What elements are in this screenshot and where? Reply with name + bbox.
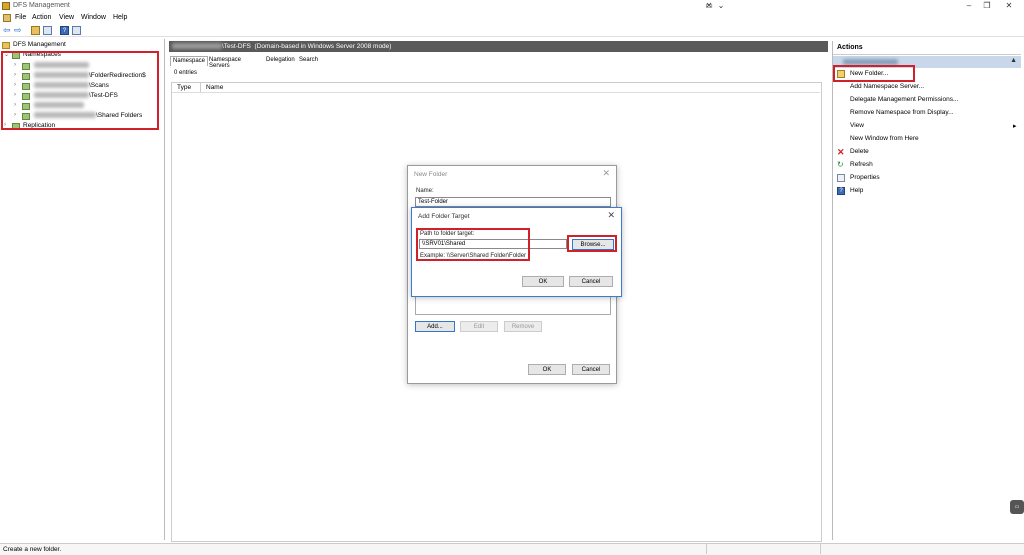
divider bbox=[833, 54, 1021, 55]
action-remove-namespace[interactable]: Remove Namespace from Display... bbox=[850, 109, 954, 116]
forward-arrow-icon[interactable]: ⇨ bbox=[14, 26, 23, 35]
overlay-icon[interactable]: ▭ bbox=[1010, 500, 1024, 514]
status-divider bbox=[706, 544, 707, 554]
collapse-arrow-icon[interactable]: ▲ bbox=[1010, 57, 1017, 64]
toolbar: ⇦ ⇨ ? bbox=[0, 25, 1024, 37]
dfs-management-icon bbox=[2, 42, 10, 49]
column-type[interactable]: Type bbox=[177, 84, 191, 91]
new-folder-highlight-box bbox=[833, 65, 915, 82]
action-help[interactable]: Help bbox=[850, 187, 863, 194]
menu-action[interactable]: Action bbox=[32, 14, 51, 21]
close-small-icon[interactable]: ✕ bbox=[704, 0, 714, 12]
up-folder-icon[interactable] bbox=[31, 26, 40, 35]
tab-delegation[interactable]: Delegation bbox=[264, 56, 297, 66]
show-hide-tree-icon[interactable] bbox=[43, 26, 52, 35]
tree-root-label: DFS Management bbox=[13, 41, 66, 48]
show-hide-action-pane-icon[interactable] bbox=[72, 26, 81, 35]
new-folder-dialog-title: New Folder bbox=[414, 171, 448, 178]
help-icon: ? bbox=[837, 187, 845, 195]
tab-namespace-servers[interactable]: Namespace Servers bbox=[207, 56, 243, 69]
actions-pane: Actions ▲ New Folder... Add Namespace Se… bbox=[832, 41, 1024, 540]
close-button[interactable]: ✕ bbox=[994, 0, 1024, 12]
center-header-title: \Test-DFS bbox=[222, 43, 251, 50]
help-icon[interactable]: ? bbox=[60, 26, 69, 35]
status-divider bbox=[820, 544, 821, 554]
new-folder-cancel-button[interactable]: Cancel bbox=[572, 364, 610, 375]
tree-highlight-box bbox=[1, 51, 159, 130]
submenu-arrow-icon: ▸ bbox=[1013, 123, 1017, 130]
action-view[interactable]: View bbox=[850, 122, 864, 129]
close-icon[interactable]: ✕ bbox=[607, 210, 615, 221]
title-bar: DFS Management ▭ ✕ ⌄ – ❐ ✕ bbox=[0, 0, 1024, 12]
back-arrow-icon[interactable]: ⇦ bbox=[3, 26, 12, 35]
tab-search[interactable]: Search bbox=[297, 56, 320, 66]
list-header: Type Name bbox=[172, 83, 820, 93]
action-add-namespace-server[interactable]: Add Namespace Server... bbox=[850, 83, 924, 90]
new-folder-ok-button[interactable]: OK bbox=[528, 364, 566, 375]
column-name[interactable]: Name bbox=[206, 84, 223, 91]
edit-target-button[interactable]: Edit bbox=[460, 321, 498, 332]
path-highlight-box bbox=[416, 228, 530, 261]
browse-highlight-box bbox=[567, 235, 617, 252]
entries-count: 0 entries bbox=[174, 70, 198, 76]
remove-target-button[interactable]: Remove bbox=[504, 321, 542, 332]
add-target-cancel-button[interactable]: Cancel bbox=[569, 276, 613, 287]
menu-file[interactable]: File bbox=[15, 14, 26, 21]
folder-name-field[interactable]: Test-Folder bbox=[415, 197, 611, 207]
add-target-ok-button[interactable]: OK bbox=[522, 276, 564, 287]
add-folder-target-title: Add Folder Target bbox=[418, 213, 470, 220]
chevron-down-icon[interactable]: ⌄ bbox=[716, 0, 726, 12]
action-properties[interactable]: Properties bbox=[850, 174, 880, 181]
name-label: Name: bbox=[416, 188, 434, 194]
menu-window[interactable]: Window bbox=[81, 14, 106, 21]
status-text: Create a new folder. bbox=[3, 546, 62, 553]
column-divider bbox=[200, 83, 201, 92]
app-icon bbox=[2, 2, 10, 10]
system-menu-icon[interactable] bbox=[3, 14, 11, 22]
properties-icon bbox=[837, 174, 845, 182]
menu-view[interactable]: View bbox=[59, 14, 74, 21]
center-header-mode: (Domain-based in Windows Server 2008 mod… bbox=[254, 43, 392, 50]
menu-bar: File Action View Window Help bbox=[0, 13, 1024, 24]
refresh-icon: ↻ bbox=[837, 160, 844, 169]
tab-namespace[interactable]: Namespace bbox=[170, 56, 209, 66]
window-title: DFS Management bbox=[13, 2, 70, 9]
action-delegate-permissions[interactable]: Delegate Management Permissions... bbox=[850, 96, 958, 103]
action-new-window[interactable]: New Window from Here bbox=[850, 135, 919, 142]
add-target-button[interactable]: Add... bbox=[415, 321, 455, 332]
status-bar: Create a new folder. bbox=[0, 543, 1024, 555]
menu-help[interactable]: Help bbox=[113, 14, 127, 21]
delete-icon: ✕ bbox=[837, 147, 845, 157]
center-header: \Test-DFS (Domain-based in Windows Serve… bbox=[169, 41, 828, 52]
action-delete[interactable]: Delete bbox=[850, 148, 869, 155]
actions-header: Actions bbox=[837, 44, 863, 51]
folder-targets-list[interactable] bbox=[415, 294, 611, 315]
action-refresh[interactable]: Refresh bbox=[850, 161, 873, 168]
close-icon[interactable]: ✕ bbox=[602, 168, 610, 179]
